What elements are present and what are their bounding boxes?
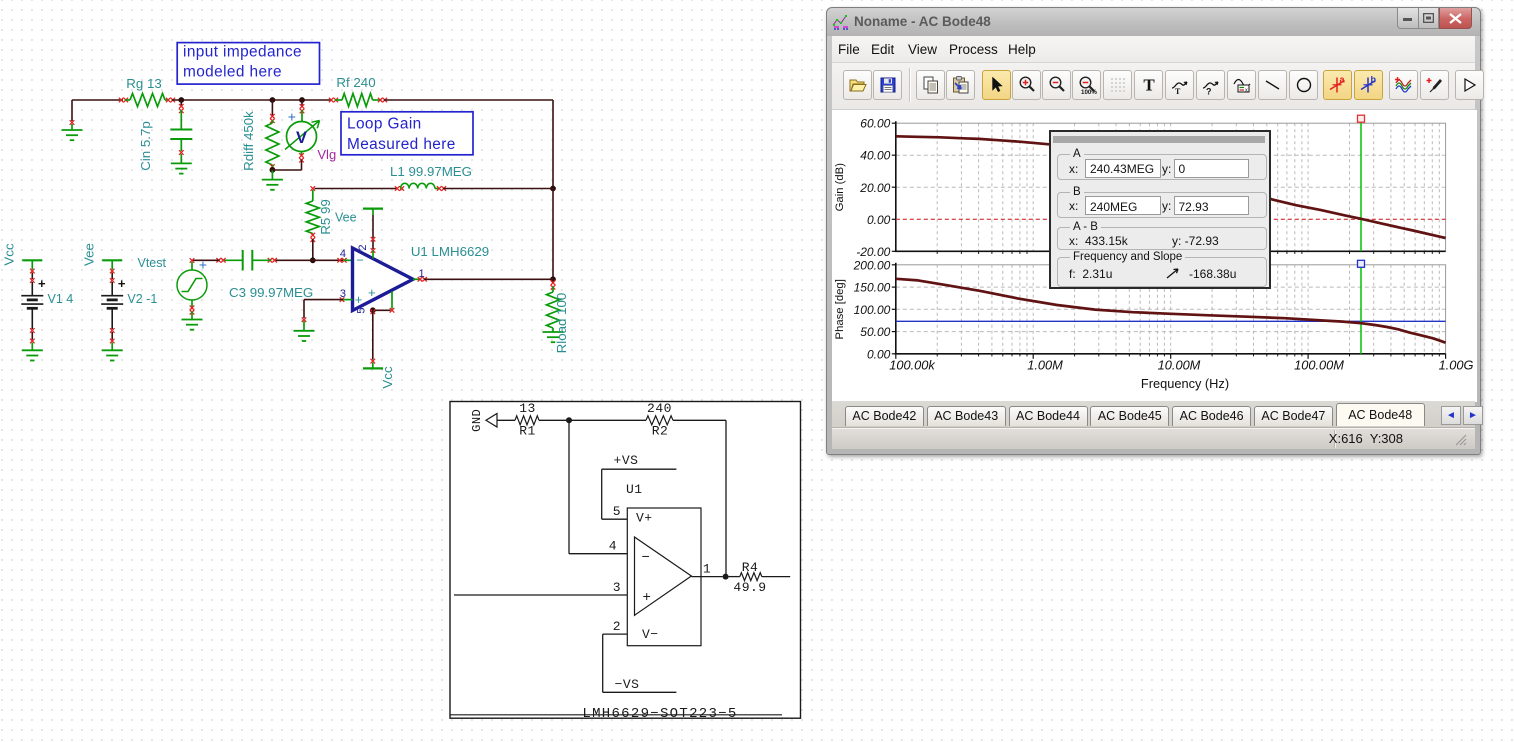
svg-text:LMH6629−SOT223−5: LMH6629−SOT223−5 <box>582 706 737 722</box>
svg-text:Rg 13: Rg 13 <box>126 76 161 91</box>
svg-text:60.00: 60.00 <box>860 117 890 131</box>
svg-text:?: ? <box>1206 87 1212 96</box>
svg-text:+: + <box>355 292 363 307</box>
svg-text:Vee: Vee <box>81 243 96 266</box>
svg-text:R1: R1 <box>519 424 536 439</box>
svg-text:V−: V− <box>642 627 659 642</box>
svg-text:C3 99.97MEG: C3 99.97MEG <box>229 285 313 300</box>
svg-text:+VS: +VS <box>614 453 639 468</box>
svg-text:Vcc: Vcc <box>2 243 17 266</box>
svg-text:+: + <box>368 285 376 300</box>
svg-text:x: x <box>1245 88 1248 94</box>
svg-text:Rdiff 450k: Rdiff 450k <box>241 111 256 171</box>
svg-text:49.9: 49.9 <box>733 580 766 595</box>
svg-text:2: 2 <box>357 244 369 250</box>
svg-text:2: 2 <box>613 619 621 634</box>
svg-text:Rload 100: Rload 100 <box>554 293 569 354</box>
svg-text:0.00: 0.00 <box>867 347 891 361</box>
svg-text:a: a <box>1339 75 1345 85</box>
svg-text:R4: R4 <box>742 560 759 575</box>
svg-text:3: 3 <box>613 580 621 595</box>
svg-text:U1: U1 <box>626 482 643 497</box>
svg-text:200.00: 200.00 <box>853 258 891 272</box>
svg-text:-20.00: -20.00 <box>856 245 890 259</box>
svg-text:L1 99.97MEG: L1 99.97MEG <box>390 164 472 179</box>
svg-text:T: T <box>1175 87 1181 95</box>
svg-text:100%: 100% <box>1081 89 1097 95</box>
svg-text:V1 4: V1 4 <box>48 292 74 306</box>
svg-text:100.00k: 100.00k <box>889 358 935 373</box>
svg-text:4: 4 <box>340 248 346 260</box>
svg-text:Gain (dB): Gain (dB) <box>834 163 846 212</box>
svg-text:R2: R2 <box>652 424 669 439</box>
svg-text:V2 -1: V2 -1 <box>127 292 157 306</box>
svg-text:Vee: Vee <box>335 211 357 225</box>
svg-text:R5 99: R5 99 <box>318 199 333 234</box>
svg-text:Rf 240: Rf 240 <box>336 75 375 90</box>
svg-text:50.00: 50.00 <box>860 325 890 339</box>
svg-text:Measured here: Measured here <box>347 136 456 153</box>
svg-text:13: 13 <box>519 401 536 416</box>
svg-text:+: + <box>118 276 126 291</box>
svg-text:100.00: 100.00 <box>854 303 891 317</box>
svg-text:+: + <box>199 257 207 273</box>
svg-text:modeled here: modeled here <box>183 64 282 81</box>
svg-text:GND: GND <box>470 409 484 432</box>
svg-text:1: 1 <box>703 562 711 577</box>
svg-text:40.00: 40.00 <box>860 149 890 163</box>
svg-text:Vcc: Vcc <box>380 366 395 389</box>
svg-text:1.00G: 1.00G <box>1439 358 1474 373</box>
svg-text:input impedance: input impedance <box>183 44 302 61</box>
svg-text:Loop Gain: Loop Gain <box>347 116 422 133</box>
svg-text:+: + <box>643 590 652 606</box>
svg-text:0.00: 0.00 <box>867 213 891 227</box>
svg-text:−: − <box>356 253 364 268</box>
svg-text:20.00: 20.00 <box>859 181 890 195</box>
svg-text:U1 LMH6629: U1 LMH6629 <box>411 244 489 259</box>
svg-text:+: + <box>38 276 46 291</box>
svg-text:Frequency (Hz): Frequency (Hz) <box>1141 376 1229 391</box>
svg-text:Vlg: Vlg <box>317 147 336 162</box>
svg-text:10.00M: 10.00M <box>1158 358 1201 373</box>
svg-text:−: − <box>642 550 651 566</box>
svg-text:b: b <box>1370 75 1376 85</box>
svg-text:100.00M: 100.00M <box>1294 358 1344 373</box>
svg-text:1.00M: 1.00M <box>1027 358 1063 373</box>
svg-text:5: 5 <box>613 504 621 519</box>
svg-text:5: 5 <box>356 307 368 313</box>
svg-text:4: 4 <box>609 539 617 554</box>
svg-text:V: V <box>296 129 307 147</box>
svg-text:Cin 5.7p: Cin 5.7p <box>138 121 153 171</box>
svg-text:150.00: 150.00 <box>854 281 891 295</box>
svg-text:240: 240 <box>647 401 672 416</box>
svg-text:Vtest: Vtest <box>138 256 167 270</box>
svg-text:−VS: −VS <box>615 677 640 692</box>
svg-text:Phase [deg]: Phase [deg] <box>834 279 846 339</box>
svg-text:T: T <box>1143 76 1155 95</box>
svg-text:+: + <box>288 109 296 125</box>
svg-text:V+: V+ <box>636 511 653 526</box>
